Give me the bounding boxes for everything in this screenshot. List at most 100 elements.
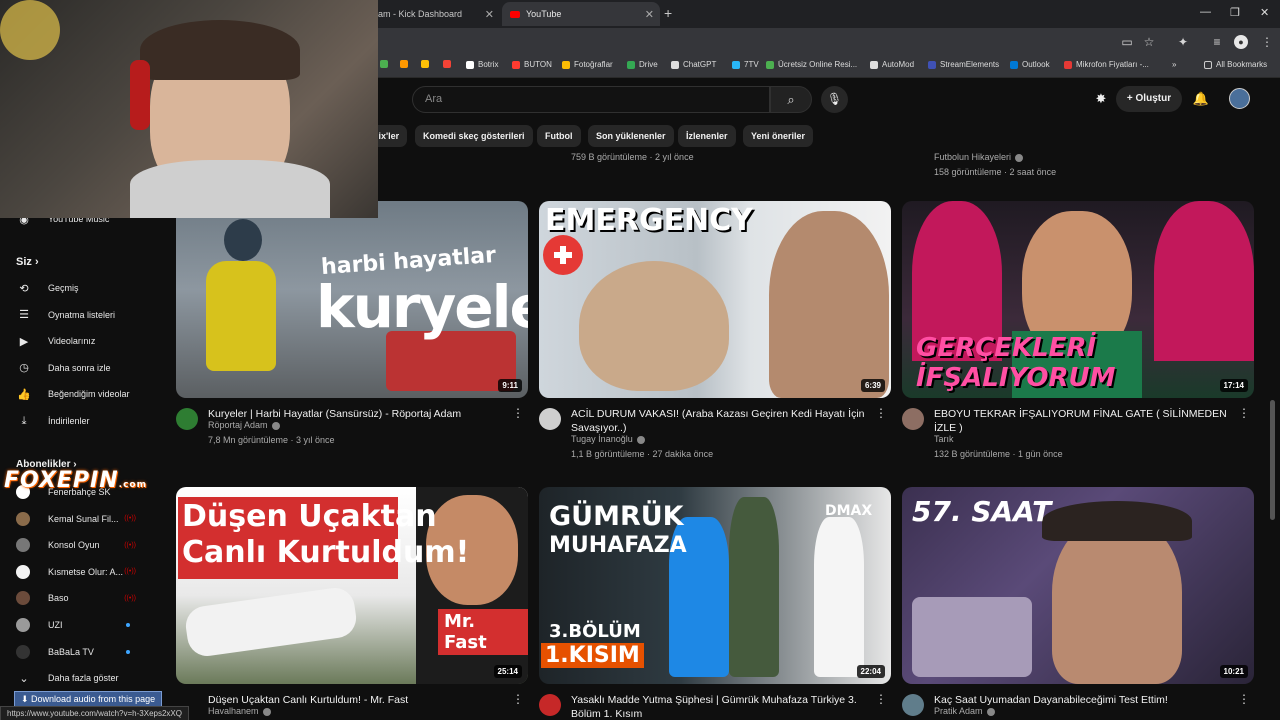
more-options-icon[interactable]: ⋮ xyxy=(875,406,887,420)
video-thumbnail[interactable]: GERÇEKLERİ İFŞALIYORUM 17:14 xyxy=(902,201,1254,398)
chip-comedy-sketches[interactable]: Komedi skeç gösterileri xyxy=(415,125,533,147)
gemini-sparkle-icon[interactable]: ✸ xyxy=(1092,90,1110,108)
sidebar-item-playlist[interactable]: ☰ Oynatma listeleri xyxy=(16,305,156,325)
cast-icon[interactable]: ▭ xyxy=(1120,35,1134,49)
sidebar-item-like[interactable]: 👍 Beğendiğim videolar xyxy=(16,384,156,404)
sidebar-item-your-videos[interactable]: ▶ Videolarınız xyxy=(16,331,156,351)
video-title[interactable]: Düşen Uçaktan Canlı Kurtuldum! - Mr. Fas… xyxy=(208,693,508,707)
close-icon[interactable]: ✕ xyxy=(485,8,494,21)
bookmark-item[interactable]: Botrix xyxy=(466,60,498,69)
menu-dots-icon[interactable]: ⋮ xyxy=(1260,35,1274,49)
history-icon: ⟲ xyxy=(19,282,29,295)
sidebar-item-history[interactable]: ⟲ Geçmiş xyxy=(16,278,156,298)
subscription-item[interactable]: Kısmetse Olur: A... ((•)) xyxy=(16,562,156,582)
all-bookmarks-folder[interactable]: All Bookmarks xyxy=(1204,60,1267,69)
prev-video-channel[interactable]: Futbolun Hikayeleri xyxy=(934,152,1024,162)
channel-name[interactable]: Havalhanem xyxy=(208,706,271,716)
subscription-item[interactable]: Konsol Oyun ((•)) xyxy=(16,535,156,555)
video-card[interactable]: GÜMRÜK MUHAFAZA 3.BÖLÜM 1.KISIM DMAX 22:… xyxy=(539,487,891,720)
your-videos-icon: ▶ xyxy=(19,335,29,348)
page-scrollbar[interactable] xyxy=(1270,400,1275,520)
subscription-item[interactable]: Baso ((•)) xyxy=(16,588,156,608)
notifications-bell-icon[interactable]: 🔔 xyxy=(1192,90,1210,108)
bookmark-item[interactable]: AutoMod xyxy=(870,60,914,69)
more-bookmarks-icon[interactable]: » xyxy=(1172,60,1176,69)
more-options-icon[interactable]: ⋮ xyxy=(512,692,524,706)
profile-avatar-icon[interactable]: ● xyxy=(1234,35,1248,49)
video-card[interactable]: harbi hayatlar kuryeler 9:11 Kuryeler | … xyxy=(176,201,528,468)
reading-list-icon[interactable]: ≡ xyxy=(1210,35,1224,49)
video-card[interactable]: Düşen Uçaktan Canlı Kurtuldum! Mr. Fast … xyxy=(176,487,528,720)
sidebar-item-download[interactable]: ⤓ İndirilenler xyxy=(16,411,156,431)
bookmark-item[interactable]: Ücretsiz Online Resi... xyxy=(766,60,857,69)
bookmark-icon-1[interactable] xyxy=(380,60,392,68)
channel-name[interactable]: Tarık xyxy=(934,434,954,444)
chip-football[interactable]: Futbol xyxy=(537,125,581,147)
video-thumbnail[interactable]: harbi hayatlar kuryeler 9:11 xyxy=(176,201,528,398)
more-options-icon[interactable]: ⋮ xyxy=(1238,406,1250,420)
video-title[interactable]: ACİL DURUM VAKASI! (Araba Kazası Geçiren… xyxy=(571,407,871,435)
bookmark-star-icon[interactable]: ☆ xyxy=(1142,35,1156,49)
minimize-icon[interactable]: — xyxy=(1200,6,1211,18)
extensions-icon[interactable]: ✦ xyxy=(1176,35,1190,49)
channel-name[interactable]: Tugay İnanoğlu xyxy=(571,434,645,444)
you-section-header[interactable]: Siz › xyxy=(16,256,39,268)
more-options-icon[interactable]: ⋮ xyxy=(1238,692,1250,706)
chip-watched[interactable]: İzlenenler xyxy=(678,125,736,147)
bookmark-icon-4[interactable] xyxy=(443,60,455,68)
search-button[interactable]: ⌕ xyxy=(770,86,812,113)
video-title[interactable]: Yasaklı Madde Yutma Şüphesi | Gümrük Muh… xyxy=(571,693,871,720)
bookmark-item[interactable]: BUTON xyxy=(512,60,552,69)
plus-icon: + xyxy=(1126,93,1136,104)
tab-label: am - Kick Dashboard xyxy=(378,9,463,19)
bookmark-item[interactable]: StreamElements xyxy=(928,60,999,69)
video-thumbnail[interactable]: GÜMRÜK MUHAFAZA 3.BÖLÜM 1.KISIM DMAX 22:… xyxy=(539,487,891,684)
voice-search-button[interactable]: 🎙 xyxy=(821,86,848,113)
subscription-item[interactable]: BaBaLa TV xyxy=(16,642,156,662)
subscription-item[interactable]: Kemal Sunal Fil... ((•)) xyxy=(16,509,156,529)
restore-icon[interactable]: ❐ xyxy=(1230,6,1240,19)
bookmark-item[interactable]: ChatGPT xyxy=(671,60,716,69)
video-thumbnail[interactable]: EMERGENCY 6:39 xyxy=(539,201,891,398)
channel-avatar[interactable] xyxy=(902,694,924,716)
more-options-icon[interactable]: ⋮ xyxy=(875,692,887,706)
user-avatar[interactable] xyxy=(1229,88,1250,109)
video-card[interactable]: EMERGENCY 6:39 ACİL DURUM VAKASI! (Araba… xyxy=(539,201,891,468)
bookmark-item[interactable]: Outlook xyxy=(1010,60,1050,69)
close-icon[interactable]: ✕ xyxy=(645,8,654,21)
subscription-item[interactable]: UZI xyxy=(16,615,156,635)
video-title[interactable]: Kuryeler | Harbi Hayatlar (Sansürsüz) - … xyxy=(208,407,508,421)
channel-avatar[interactable] xyxy=(176,408,198,430)
video-card[interactable]: GERÇEKLERİ İFŞALIYORUM 17:14 EBOYU TEKRA… xyxy=(902,201,1254,468)
video-thumbnail[interactable]: Düşen Uçaktan Canlı Kurtuldum! Mr. Fast … xyxy=(176,487,528,684)
video-thumbnail[interactable]: 57. SAAT 10:21 xyxy=(902,487,1254,684)
tab-label: YouTube xyxy=(526,9,562,19)
video-title[interactable]: EBOYU TEKRAR İFŞALIYORUM FİNAL GATE ( Sİ… xyxy=(934,407,1234,435)
bookmark-item[interactable]: 7TV xyxy=(732,60,759,69)
bookmark-item[interactable]: Mikrofon Fiyatları -... xyxy=(1064,60,1149,69)
tab-kick-dashboard[interactable]: am - Kick Dashboard ✕ xyxy=(370,2,500,26)
chip-recently-uploaded[interactable]: Son yüklenenler xyxy=(588,125,674,147)
video-title[interactable]: Kaç Saat Uyumadan Dayanabileceğimi Test … xyxy=(934,693,1234,707)
new-tab-button[interactable]: + xyxy=(664,5,672,21)
search-input[interactable]: Ara xyxy=(412,86,770,113)
tab-youtube[interactable]: YouTube ✕ xyxy=(502,2,660,26)
create-button[interactable]: + Oluştur xyxy=(1116,86,1182,112)
close-window-icon[interactable]: ✕ xyxy=(1260,6,1269,19)
more-options-icon[interactable]: ⋮ xyxy=(512,406,524,420)
bookmark-item[interactable]: Fotoğraflar xyxy=(562,60,613,69)
video-card[interactable]: 57. SAAT 10:21 Kaç Saat Uyumadan Dayanab… xyxy=(902,487,1254,720)
channel-name[interactable]: Pratik Adam xyxy=(934,706,995,716)
chip-new-to-you[interactable]: Yeni öneriler xyxy=(743,125,814,147)
sidebar-item-watch-later[interactable]: ◷ Daha sonra izle xyxy=(16,358,156,378)
channel-name[interactable]: Röportaj Adam xyxy=(208,420,280,430)
channel-avatar[interactable] xyxy=(539,694,561,716)
show-more-button[interactable]: ⌄ Daha fazla göster xyxy=(16,668,156,688)
channel-avatar[interactable] xyxy=(539,408,561,430)
bookmark-icon-3[interactable] xyxy=(421,60,433,68)
channel-avatar[interactable] xyxy=(902,408,924,430)
bookmark-label: ChatGPT xyxy=(683,60,717,69)
bookmark-icon-2[interactable] xyxy=(400,60,412,68)
subscription-label: Konsol Oyun xyxy=(48,540,100,551)
bookmark-item[interactable]: Drive xyxy=(627,60,658,69)
